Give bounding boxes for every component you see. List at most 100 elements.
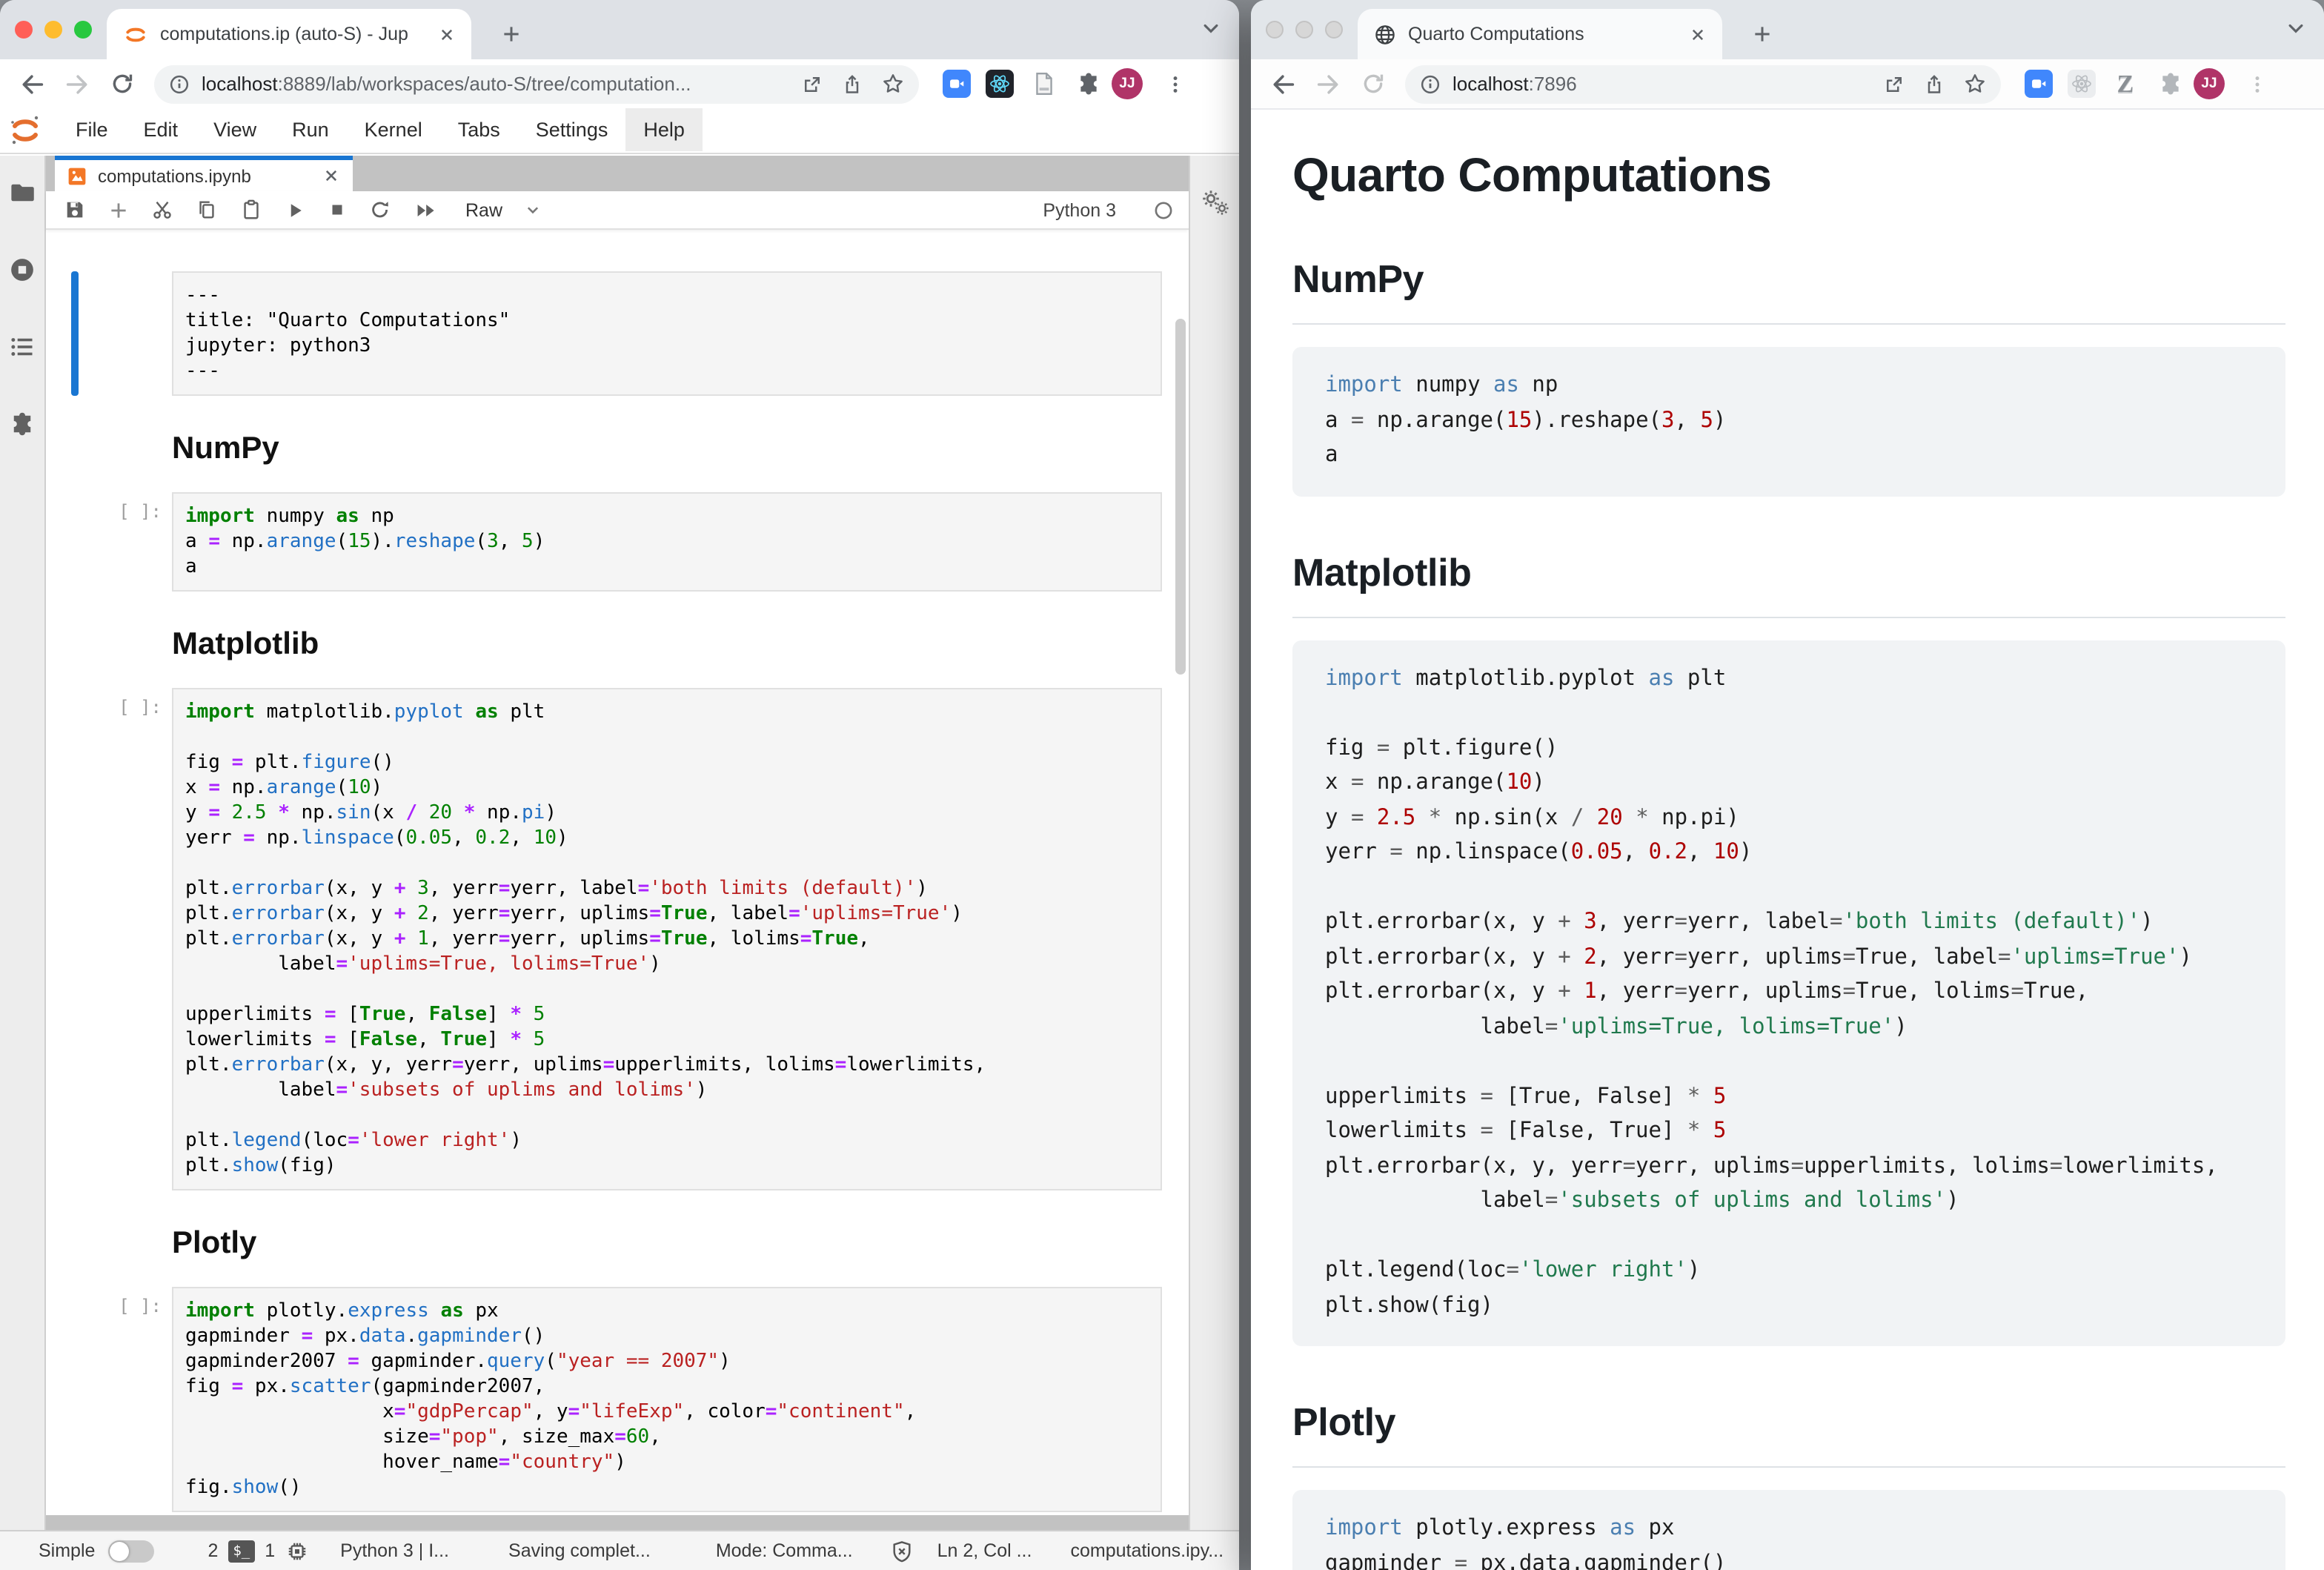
toolbar-run-icon[interactable] xyxy=(285,199,305,220)
globe-icon xyxy=(1374,23,1396,45)
extension-icons xyxy=(943,69,1103,99)
new-tab-button[interactable] xyxy=(1743,15,1782,53)
forward-button[interactable] xyxy=(1310,66,1346,102)
close-window-button[interactable] xyxy=(1266,21,1284,39)
cell-type-chevron-icon[interactable] xyxy=(525,202,541,218)
trust-shield-icon[interactable] xyxy=(892,1540,914,1562)
menu-item-kernel[interactable]: Kernel xyxy=(347,108,440,151)
menu-item-tabs[interactable]: Tabs xyxy=(440,108,518,151)
minimize-window-button[interactable] xyxy=(44,21,62,39)
browser-tab-jupyterlab[interactable]: computations.ip (auto-S) - Jup xyxy=(107,9,471,59)
toolbar-copy-icon[interactable] xyxy=(196,199,218,221)
activity-bar xyxy=(0,156,46,1530)
document-extension-icon[interactable] xyxy=(1029,69,1058,99)
share-icon[interactable] xyxy=(842,73,863,94)
close-window-button[interactable] xyxy=(15,21,33,39)
puzzle-extension-icon[interactable] xyxy=(1073,69,1103,99)
cell-editor[interactable]: ---title: "Quarto Computations"jupyter: … xyxy=(172,271,1162,396)
browser-tab-quarto[interactable]: Quarto Computations xyxy=(1358,9,1722,59)
open-in-new-icon[interactable] xyxy=(802,73,823,94)
profile-avatar[interactable]: JJ xyxy=(2194,68,2225,99)
site-info-icon[interactable] xyxy=(169,73,190,94)
reload-button[interactable] xyxy=(104,66,139,102)
address-bar[interactable]: localhost:7896 xyxy=(1405,64,2001,103)
url-text[interactable]: localhost:8889/lab/workspaces/auto-S/tre… xyxy=(202,73,790,95)
close-tab-icon[interactable] xyxy=(433,21,459,47)
cell-editor[interactable]: import plotly.express as pxgapminder = p… xyxy=(172,1287,1162,1512)
cell-editor[interactable]: import numpy as npa = np.arange(15).resh… xyxy=(172,492,1162,592)
profile-avatar[interactable]: JJ xyxy=(1112,68,1143,99)
notebook-tab[interactable]: computations.ipynb xyxy=(55,156,353,191)
cell-editor[interactable]: import matplotlib.pyplot as plt fig = pl… xyxy=(172,688,1162,1190)
jupyterlab-menubar: FileEditViewRunKernelTabsSettingsHelp xyxy=(0,108,1239,154)
sidebar-running-icon[interactable] xyxy=(9,256,36,283)
menu-item-run[interactable]: Run xyxy=(274,108,347,151)
back-button[interactable] xyxy=(1266,66,1301,102)
code-cell[interactable]: [ ]:import plotly.express as pxgapminder… xyxy=(67,1287,1162,1512)
sidebar-toc-icon[interactable] xyxy=(9,334,36,360)
traffic-lights[interactable] xyxy=(15,21,92,39)
reload-button[interactable] xyxy=(1355,66,1390,102)
menu-item-file[interactable]: File xyxy=(58,108,126,151)
puzzle-muted-extension-icon[interactable] xyxy=(2155,69,2185,99)
sidebar-folder-icon[interactable] xyxy=(9,179,36,206)
menu-item-settings[interactable]: Settings xyxy=(518,108,626,151)
menu-item-view[interactable]: View xyxy=(196,108,274,151)
code-cell[interactable]: [ ]:import numpy as npa = np.arange(15).… xyxy=(67,492,1162,592)
browser-menu-icon[interactable] xyxy=(1158,66,1193,102)
zotero-extension-icon[interactable]: Z xyxy=(2111,69,2140,99)
markdown-cell[interactable]: Matplotlib xyxy=(67,627,1162,663)
notebook-scrollbar[interactable] xyxy=(1175,319,1186,675)
traffic-lights-inactive[interactable] xyxy=(1266,21,1343,39)
star-icon[interactable] xyxy=(882,73,904,95)
zoom-window-button[interactable] xyxy=(1325,21,1343,39)
command-mode-status[interactable]: Mode: Comma... xyxy=(716,1540,853,1561)
back-button[interactable] xyxy=(15,66,50,102)
notebook-content: ---title: "Quarto Computations"jupyter: … xyxy=(46,230,1189,1515)
toolbar-cut-icon[interactable] xyxy=(151,199,173,221)
cell-type-dropdown[interactable]: Raw xyxy=(465,199,502,220)
kernel-count[interactable]: 1 xyxy=(265,1540,275,1561)
toolbar-paste-icon[interactable] xyxy=(240,199,262,221)
site-info-icon[interactable] xyxy=(1420,73,1441,94)
forward-button[interactable] xyxy=(59,66,95,102)
menu-item-help[interactable]: Help xyxy=(625,108,703,151)
tab-search-chevron-icon[interactable] xyxy=(2285,18,2306,39)
close-tab-icon[interactable] xyxy=(1684,21,1710,47)
sidebar-puzzle-ext-icon[interactable] xyxy=(9,411,36,437)
toolbar-stop-icon[interactable] xyxy=(328,200,347,219)
toolbar-restart-icon[interactable] xyxy=(369,199,391,221)
address-bar[interactable]: localhost:8889/lab/workspaces/auto-S/tre… xyxy=(154,64,919,103)
open-in-new-icon[interactable] xyxy=(1884,73,1905,94)
react-extension-icon[interactable] xyxy=(2068,70,2096,98)
raw-cell[interactable]: ---title: "Quarto Computations"jupyter: … xyxy=(67,271,1162,396)
code-cell[interactable]: [ ]:import matplotlib.pyplot as plt fig … xyxy=(67,688,1162,1190)
zoom-window-button[interactable] xyxy=(74,21,92,39)
zoom-extension-icon[interactable] xyxy=(2025,70,2053,98)
code-line xyxy=(185,851,1149,876)
property-inspector-gears-icon[interactable] xyxy=(1198,188,1231,1530)
new-tab-button[interactable] xyxy=(492,15,531,53)
star-icon[interactable] xyxy=(1964,73,1986,95)
browser-menu-icon[interactable] xyxy=(2240,66,2275,102)
zoom-extension-icon[interactable] xyxy=(943,70,971,98)
markdown-cell[interactable]: Plotly xyxy=(67,1226,1162,1262)
tab-search-chevron-icon[interactable] xyxy=(1201,18,1221,39)
cursor-position[interactable]: Ln 2, Col ... xyxy=(937,1540,1032,1561)
share-icon[interactable] xyxy=(1924,73,1945,94)
toolbar-fast-forward-icon[interactable] xyxy=(414,198,437,222)
minimize-window-button[interactable] xyxy=(1295,21,1313,39)
url-text[interactable]: localhost:7896 xyxy=(1452,73,1872,95)
toolbar-save-icon[interactable] xyxy=(64,199,86,221)
kernel-status-text[interactable]: Python 3 | I... xyxy=(340,1540,449,1561)
menu-item-edit[interactable]: Edit xyxy=(126,108,196,151)
toolbar-add-icon[interactable] xyxy=(108,199,129,220)
kernel-status-icon[interactable] xyxy=(1153,199,1174,220)
markdown-cell[interactable]: NumPy xyxy=(67,431,1162,467)
simple-mode-toggle[interactable] xyxy=(108,1540,154,1562)
react-extension-icon[interactable] xyxy=(986,70,1014,98)
desktop: computations.ip (auto-S) - Jup localhost… xyxy=(0,0,2324,1570)
close-notebook-icon[interactable] xyxy=(317,162,344,189)
kernel-name[interactable]: Python 3 xyxy=(1043,199,1116,220)
terminal-count[interactable]: 2 xyxy=(208,1540,218,1561)
